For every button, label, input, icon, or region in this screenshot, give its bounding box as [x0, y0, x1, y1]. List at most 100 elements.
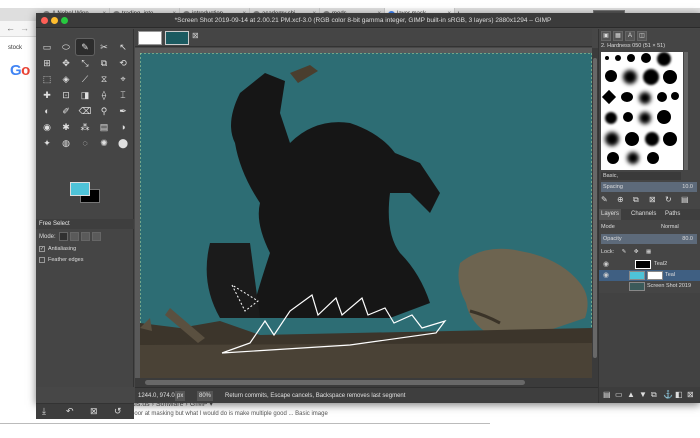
- image-canvas[interactable]: [140, 53, 592, 378]
- delete-brush-icon[interactable]: ⊠: [649, 195, 656, 204]
- reset-icon[interactable]: ↺: [114, 406, 122, 417]
- new-layer-group-icon[interactable]: ▭: [615, 390, 623, 399]
- document-history-tab-icon[interactable]: ◫: [637, 31, 647, 41]
- tool-button-icon[interactable]: ⁂: [76, 119, 94, 135]
- lock-pixels-icon[interactable]: ✎: [622, 249, 627, 255]
- tool-button-icon[interactable]: ✎: [75, 38, 95, 56]
- tool-button-icon[interactable]: ◌: [76, 135, 94, 151]
- tool-button-icon[interactable]: ◉: [38, 119, 56, 135]
- window-titlebar[interactable]: *Screen Shot 2019-09-14 at 2.00.21 PM.xc…: [36, 13, 700, 28]
- opacity-slider[interactable]: Opacity 80.0: [601, 234, 697, 244]
- brush-scrollbar[interactable]: [684, 52, 688, 170]
- layer-mode-select[interactable]: Normal: [661, 222, 679, 232]
- maximize-window-button[interactable]: [61, 17, 68, 24]
- brush-tag-filter[interactable]: Basic,: [601, 172, 681, 180]
- tool-button-icon[interactable]: ⟠: [95, 87, 113, 103]
- intersect-mode-button[interactable]: [92, 232, 102, 241]
- tool-button-icon[interactable]: ↖: [114, 39, 132, 55]
- eye-icon[interactable]: ◉: [603, 259, 609, 270]
- tool-button-icon[interactable]: ⊞: [38, 55, 56, 71]
- feather-option[interactable]: Feather edges: [39, 256, 131, 265]
- tool-button-icon[interactable]: ⊡: [57, 87, 75, 103]
- zoom-select[interactable]: 80%: [197, 391, 214, 401]
- replace-mode-button[interactable]: [59, 232, 69, 241]
- tool-button-icon[interactable]: ⚲: [95, 103, 113, 119]
- eye-icon[interactable]: ◉: [603, 270, 609, 281]
- tool-button-icon[interactable]: ✺: [95, 135, 113, 151]
- tool-button-icon[interactable]: ⧖: [95, 71, 113, 87]
- bookmark-item[interactable]: stock: [0, 43, 36, 53]
- delete-layer-icon[interactable]: ⊠: [687, 390, 694, 399]
- tool-button-icon[interactable]: ◐: [38, 103, 56, 119]
- horizontal-scrollbar[interactable]: [135, 378, 592, 387]
- tab-paths[interactable]: Paths: [663, 209, 682, 220]
- delete-icon[interactable]: ⊠: [90, 406, 98, 417]
- tool-button-icon[interactable]: ✱: [57, 119, 75, 135]
- tool-button-icon[interactable]: ⌶: [114, 87, 132, 103]
- tool-button-icon[interactable]: ◨: [76, 87, 94, 103]
- fonts-tab-icon[interactable]: A: [625, 31, 635, 41]
- tool-button-icon[interactable]: ✦: [38, 135, 56, 151]
- lock-alpha-icon[interactable]: ▦: [646, 249, 651, 255]
- close-icon[interactable]: ⊠: [192, 31, 199, 40]
- tool-button-icon[interactable]: ✒: [114, 103, 132, 119]
- refresh-brushes-icon[interactable]: ↻: [665, 195, 672, 204]
- lower-layer-icon[interactable]: ▼: [639, 390, 647, 399]
- tool-button-icon[interactable]: ▤: [95, 119, 113, 135]
- forward-arrow-icon[interactable]: →: [20, 23, 29, 33]
- patterns-tab-icon[interactable]: ▦: [613, 31, 623, 41]
- scrollbar-thumb[interactable]: [145, 380, 525, 385]
- tool-button-icon[interactable]: ⟲: [114, 55, 132, 71]
- tool-button-icon[interactable]: ◍: [57, 135, 75, 151]
- edit-brush-icon[interactable]: ✎: [601, 195, 608, 204]
- checkbox-icon[interactable]: [39, 256, 45, 263]
- tool-button-icon[interactable]: ✥: [57, 55, 75, 71]
- checkbox-checked-icon[interactable]: ✓: [39, 245, 45, 252]
- tool-button-icon[interactable]: ▭: [38, 39, 56, 55]
- new-layer-icon[interactable]: ▤: [603, 390, 611, 399]
- foreground-color-swatch[interactable]: [70, 182, 90, 196]
- tool-button-icon[interactable]: ✚: [38, 87, 56, 103]
- image-tab-thumbnail-active[interactable]: [165, 31, 189, 45]
- layer-row-selected[interactable]: ◉ Teal: [599, 270, 700, 281]
- tab-layers[interactable]: Layers: [599, 209, 622, 220]
- tool-button-icon[interactable]: ⌫: [76, 103, 94, 119]
- subtract-mode-button[interactable]: [81, 232, 91, 241]
- close-window-button[interactable]: [41, 17, 48, 24]
- add-mask-icon[interactable]: ◧: [675, 390, 683, 399]
- unit-select[interactable]: px: [175, 391, 186, 401]
- scrollbar-thumb[interactable]: [593, 58, 597, 358]
- layer-row[interactable]: ◉ Teal2: [599, 259, 700, 270]
- tool-button-icon[interactable]: ⬚: [38, 71, 56, 87]
- brushes-tab-icon[interactable]: ▣: [601, 31, 611, 41]
- tool-button-icon[interactable]: ⬤: [114, 135, 132, 151]
- image-tab-thumbnail[interactable]: [138, 31, 162, 45]
- layer-mask-thumbnail[interactable]: [647, 271, 663, 280]
- duplicate-layer-icon[interactable]: ⧉: [651, 390, 657, 400]
- tab-channels[interactable]: Channels: [629, 209, 658, 220]
- tool-button-icon[interactable]: ◑: [114, 119, 132, 135]
- back-arrow-icon[interactable]: ←: [6, 23, 15, 33]
- tool-button-icon[interactable]: ✐: [57, 103, 75, 119]
- new-brush-icon[interactable]: ⊕: [617, 195, 624, 204]
- brush-grid[interactable]: [601, 52, 683, 170]
- tool-button-icon[interactable]: ⌖: [114, 71, 132, 87]
- layers-empty-area[interactable]: [599, 293, 700, 387]
- save-preset-icon[interactable]: ⤓: [42, 406, 46, 417]
- tool-button-icon[interactable]: ⟋: [76, 71, 94, 87]
- color-swatches[interactable]: [40, 177, 132, 217]
- tool-button-icon[interactable]: ⧉: [95, 55, 113, 71]
- spacing-slider[interactable]: Spacing 10.0: [601, 182, 697, 192]
- raise-layer-icon[interactable]: ▲: [627, 390, 635, 399]
- duplicate-brush-icon[interactable]: ⧉: [633, 195, 639, 205]
- tool-button-icon[interactable]: ⤡: [76, 55, 94, 71]
- antialiasing-option[interactable]: ✓ Antialiasing: [39, 245, 131, 254]
- layer-row[interactable]: Screen Shot 2019: [599, 281, 700, 292]
- restore-icon[interactable]: ↶: [66, 406, 74, 417]
- tool-button-icon[interactable]: ✂: [95, 39, 113, 55]
- minimize-window-button[interactable]: [51, 17, 58, 24]
- tool-button-icon[interactable]: ⬭: [57, 39, 75, 55]
- lock-position-icon[interactable]: ✥: [634, 249, 639, 255]
- open-as-image-icon[interactable]: ▤: [681, 195, 689, 204]
- anchor-layer-icon[interactable]: ⚓: [663, 390, 673, 399]
